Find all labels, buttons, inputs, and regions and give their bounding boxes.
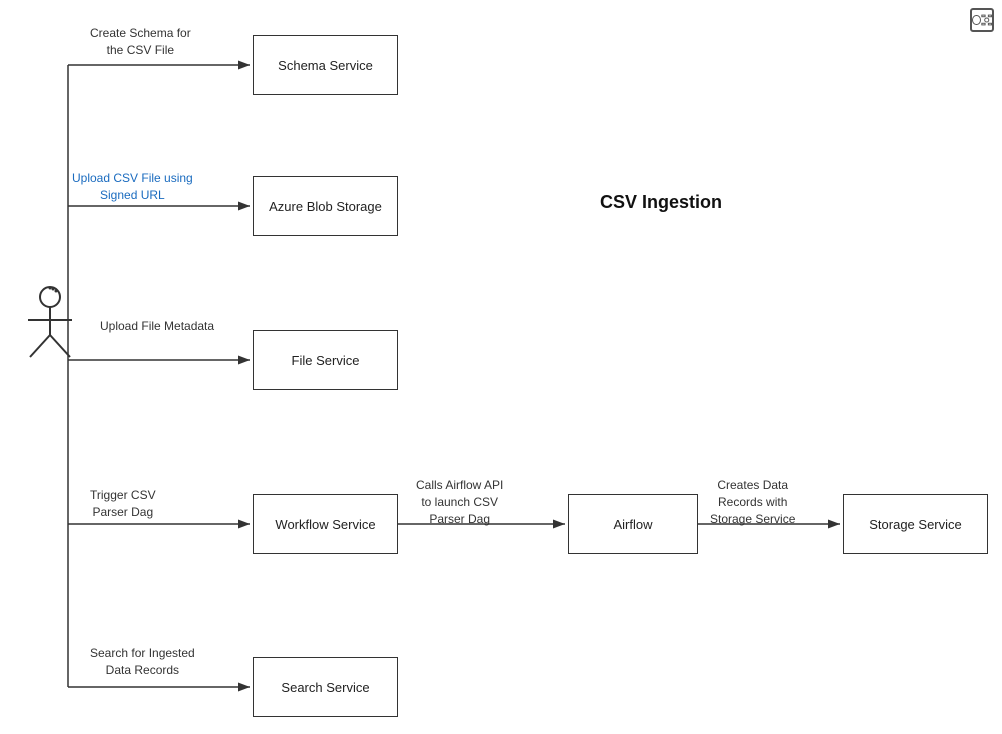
lbl-upload-csv: Upload CSV File using Signed URL	[72, 170, 193, 204]
workflow-service: Workflow Service	[253, 494, 398, 554]
lbl-schema: Create Schema for the CSV File	[90, 25, 191, 59]
diagram-container: CSV Ingestion Schema Service Azure Blob S…	[0, 0, 1002, 734]
lbl-search: Search for Ingested Data Records	[90, 645, 195, 679]
lbl-trigger: Trigger CSV Parser Dag	[90, 487, 156, 521]
diagram-title: CSV Ingestion	[600, 192, 722, 213]
arrows-svg	[0, 0, 1002, 734]
focus-icon[interactable]	[970, 8, 994, 32]
lbl-airflow-api: Calls Airflow API to launch CSV Parser D…	[416, 477, 503, 527]
lbl-creates: Creates Data Records with Storage Servic…	[710, 477, 795, 527]
file-service: File Service	[253, 330, 398, 390]
airflow: Airflow	[568, 494, 698, 554]
search-service: Search Service	[253, 657, 398, 717]
lbl-file-meta: Upload File Metadata	[100, 318, 214, 335]
schema-service: Schema Service	[253, 35, 398, 95]
storage-service: Storage Service	[843, 494, 988, 554]
azure-blob: Azure Blob Storage	[253, 176, 398, 236]
person-icon	[20, 285, 80, 365]
